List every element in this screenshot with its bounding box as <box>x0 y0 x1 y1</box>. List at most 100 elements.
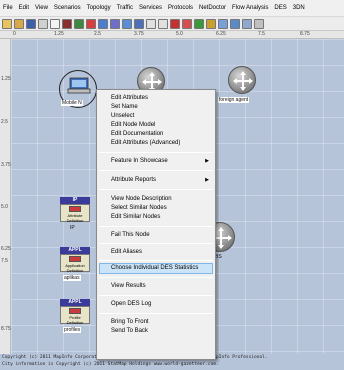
menu-edit-similar-nodes[interactable]: Edit Similar Nodes <box>111 213 211 222</box>
ruler-x-tick: 5.0 <box>176 31 183 37</box>
config-icon <box>69 308 81 314</box>
ruler-y-tick: 6.25 <box>1 246 11 252</box>
ruler-x-tick: 6.25 <box>216 31 226 37</box>
zoom-in-icon[interactable] <box>146 18 156 29</box>
menu-separator <box>99 189 213 190</box>
router-arrows-icon <box>233 71 253 91</box>
move-icon[interactable] <box>110 18 120 29</box>
node-context-menu: Edit Attributes Set Name Unselect Edit N… <box>96 89 216 360</box>
ruler-y-tick: 1.25 <box>1 76 11 82</box>
menu-select-similar-nodes[interactable]: Select Similar Nodes <box>111 204 211 213</box>
menu-set-name[interactable]: Set Name <box>111 103 211 112</box>
config-icon <box>69 256 81 262</box>
view-results-icon[interactable] <box>194 18 204 29</box>
application-config[interactable]: APPL Application Definition <box>60 247 90 273</box>
menu-edit-aliases[interactable]: Edit Aliases <box>111 248 211 257</box>
menu-view-results[interactable]: View Results <box>111 282 211 291</box>
menu-edit-attributes[interactable]: Edit Attributes <box>111 94 211 103</box>
vertical-ruler: 1.25 2.5 3.75 5.0 6.25 7.5 8.75 <box>0 39 11 354</box>
menu-separator <box>99 243 213 244</box>
subnet-down-icon[interactable] <box>134 18 144 29</box>
ip-config-label: IP <box>70 225 75 231</box>
menu-item-label: Feature In Showcase <box>111 158 168 164</box>
menu-feature-in-showcase[interactable]: Feature In Showcase ▶ <box>111 157 211 166</box>
ruler-x-tick: 1.25 <box>54 31 64 37</box>
menu-edit[interactable]: Edit <box>19 5 29 11</box>
menu-flow-analysis[interactable]: Flow Analysis <box>232 5 268 11</box>
config-body-text: Application Definition <box>65 263 85 273</box>
menu-topology[interactable]: Topology <box>87 5 111 11</box>
menu-edit-node-model[interactable]: Edit Node Model <box>111 121 211 130</box>
menu-separator <box>99 226 213 227</box>
subnet-up-icon[interactable] <box>122 18 132 29</box>
application-config-label: aplikas <box>63 275 81 281</box>
menu-bar: File Edit View Scenarios Topology Traffi… <box>0 0 344 17</box>
ip-attribute-config[interactable]: IP Attribute Definition <box>60 197 90 223</box>
config-header: APPL <box>60 299 90 306</box>
menu-separator <box>99 313 213 314</box>
toolbar <box>0 17 344 31</box>
bs-router-label: BS <box>215 254 222 260</box>
run-sim-icon[interactable] <box>182 18 192 29</box>
flow-icon[interactable] <box>206 18 216 29</box>
menu-attribute-reports[interactable]: Attribute Reports ▶ <box>111 176 211 185</box>
ruler-x-tick: 7.5 <box>258 31 265 37</box>
menu-3dn[interactable]: 3DN <box>293 5 305 11</box>
config-icon <box>69 206 81 212</box>
menu-fail-this-node[interactable]: Fail This Node <box>111 231 211 240</box>
recover-icon[interactable] <box>98 18 108 29</box>
failure-icon[interactable] <box>86 18 96 29</box>
statistics-icon[interactable] <box>218 18 228 29</box>
menu-protocols[interactable]: Protocols <box>168 5 193 11</box>
foreign-agent-label: foreign agent <box>218 97 250 103</box>
laptop-icon <box>67 77 91 94</box>
toolbar-more-icon[interactable] <box>254 18 264 29</box>
ruler-y-tick: 7.5 <box>1 258 8 264</box>
menu-edit-attributes-advanced[interactable]: Edit Attributes (Advanced) <box>111 139 211 148</box>
menu-separator <box>99 170 213 171</box>
ruler-x-tick: 3.75 <box>134 31 144 37</box>
menu-view[interactable]: View <box>35 5 48 11</box>
menu-edit-documentation[interactable]: Edit Documentation <box>111 130 211 139</box>
ruler-x-tick: 0 <box>13 31 16 37</box>
menu-services[interactable]: Services <box>139 5 162 11</box>
print-icon[interactable] <box>38 18 48 29</box>
config-body: Application Definition <box>60 254 90 273</box>
menu-scenarios[interactable]: Scenarios <box>54 5 81 11</box>
menu-open-des-log[interactable]: Open DES Log <box>111 300 211 309</box>
config-body-text: Profile Definition <box>66 315 84 325</box>
copyright-line: City information is Copyright (c) 2011 S… <box>2 362 219 367</box>
menu-des[interactable]: DES <box>274 5 286 11</box>
menu-unselect[interactable]: Unselect <box>111 112 211 121</box>
open-file-icon[interactable] <box>14 18 24 29</box>
menu-traffic[interactable]: Traffic <box>117 5 133 11</box>
open-folder-icon[interactable] <box>2 18 12 29</box>
web-report-icon[interactable] <box>230 18 240 29</box>
copy-icon[interactable] <box>50 18 60 29</box>
menu-view-node-description[interactable]: View Node Description <box>111 195 211 204</box>
menu-item-label: Attribute Reports <box>111 177 157 183</box>
menu-send-to-back[interactable]: Send To Back <box>111 327 211 336</box>
menu-file[interactable]: File <box>3 5 13 11</box>
link-icon[interactable] <box>74 18 84 29</box>
menu-separator <box>99 295 213 296</box>
config-body: Profile Definition <box>60 306 90 325</box>
profile-config[interactable]: APPL Profile Definition <box>60 299 90 325</box>
config-header: APPL <box>60 247 90 254</box>
zoom-out-icon[interactable] <box>158 18 168 29</box>
menu-bring-to-front[interactable]: Bring To Front <box>111 318 211 327</box>
hide-graphs-icon[interactable] <box>242 18 252 29</box>
submenu-arrow-icon: ▶ <box>205 158 209 164</box>
ruler-x-tick: 2.5 <box>94 31 101 37</box>
configure-sim-icon[interactable] <box>170 18 180 29</box>
menu-separator <box>99 260 213 261</box>
menu-separator <box>99 152 213 153</box>
menu-choose-des-statistics[interactable]: Choose Individual DES Statistics <box>111 264 211 273</box>
ruler-y-tick: 8.75 <box>1 326 11 332</box>
mobile-node[interactable]: Mobile N <box>59 65 99 111</box>
save-icon[interactable] <box>26 18 36 29</box>
object-palette-icon[interactable] <box>62 18 72 29</box>
menu-netdoctor[interactable]: NetDoctor <box>199 5 226 11</box>
submenu-arrow-icon: ▶ <box>205 177 209 183</box>
foreign-agent-router[interactable] <box>228 66 256 94</box>
